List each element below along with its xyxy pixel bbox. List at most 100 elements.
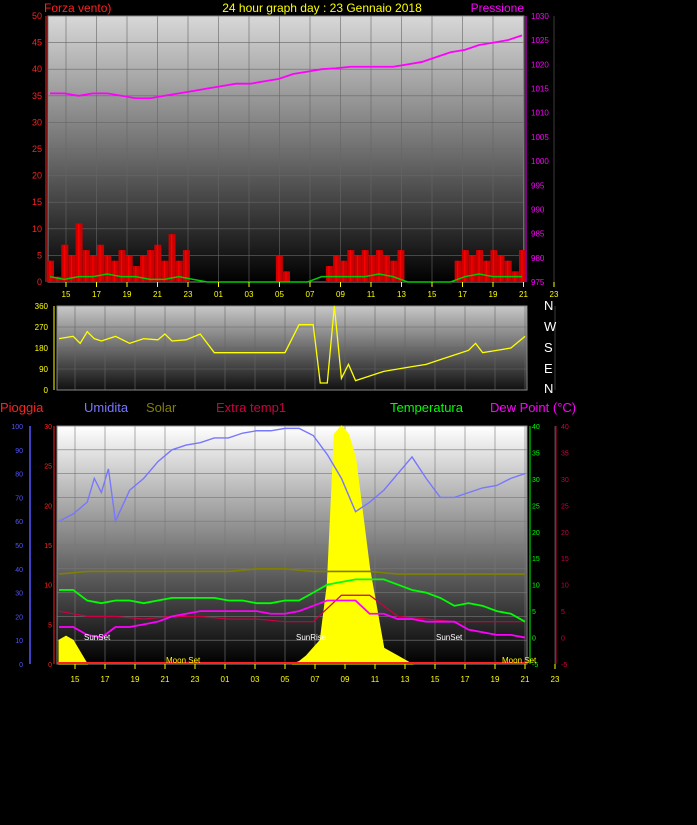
time-tick-label: 19 — [489, 290, 498, 299]
direction-tick-label: 180 — [35, 344, 49, 353]
time-tick-label: 09 — [341, 675, 350, 684]
annotation-sunset-2: SunSet — [436, 633, 463, 642]
time-tick-label: 09 — [336, 290, 345, 299]
temperature-tick-label: 15 — [532, 556, 540, 563]
pressure-tick-label: 985 — [531, 230, 545, 239]
pressure-tick-label: 1010 — [531, 109, 549, 118]
direction-tick-label: 360 — [35, 302, 49, 311]
dew-point-tick-label: 10 — [561, 583, 569, 590]
humidity-tick-label: 20 — [15, 614, 23, 621]
wind-pressure-panel: 05101520253035404550 9759809859909951000… — [32, 11, 559, 299]
pressure-tick-label: 980 — [531, 254, 545, 263]
rain-tick-label: 25 — [44, 464, 52, 471]
legend-rain: Pioggia — [0, 400, 44, 415]
wind-tick-label: 0 — [37, 277, 42, 287]
compass-e: E — [544, 361, 553, 376]
pressure-tick-label: 1025 — [531, 36, 549, 45]
time-tick-label: 21 — [519, 290, 528, 299]
direction-axis-ticks: 0 90 180 270 360 — [35, 302, 55, 395]
compass-n-top: N — [544, 298, 553, 313]
time-tick-label: 21 — [161, 675, 170, 684]
time-tick-label: 05 — [275, 290, 284, 299]
time-tick-label: 19 — [491, 675, 500, 684]
time-tick-label: 15 — [428, 290, 437, 299]
time-tick-label: 17 — [92, 290, 101, 299]
time-tick-label: 19 — [131, 675, 140, 684]
temperature-tick-label: 25 — [532, 503, 540, 510]
rain-tick-label: 30 — [44, 424, 52, 431]
pressure-axis-title: Pressione — [471, 1, 525, 15]
direction-tick-label: 0 — [44, 386, 49, 395]
dew-point-tick-label: 5 — [561, 609, 565, 616]
wind-tick-label: 5 — [37, 250, 42, 260]
time-tick-label: 15 — [431, 675, 440, 684]
wind-time-ticks: 15 17 19 21 23 01 03 05 07 09 11 13 15 17 19 21 23 — [62, 282, 559, 299]
rain-tick-label: 10 — [44, 583, 52, 590]
compass-n-bottom: N — [544, 381, 553, 396]
dew-point-tick-label: 15 — [561, 556, 569, 563]
annotation-moonset-1: Moon Set — [166, 656, 201, 665]
humidity-tick-label: 80 — [15, 472, 23, 479]
time-tick-label: 01 — [214, 290, 223, 299]
wind-tick-label: 20 — [32, 171, 42, 181]
time-tick-label: 17 — [458, 290, 467, 299]
pressure-tick-label: 1015 — [531, 85, 549, 94]
temperature-tick-label: 5 — [532, 609, 536, 616]
temperature-tick-label: 0 — [532, 636, 536, 643]
rain-tick-label: 15 — [44, 543, 52, 550]
time-tick-label: 23 — [191, 675, 200, 684]
pressure-tick-label: 1000 — [531, 157, 549, 166]
rain-tick-label: 5 — [48, 622, 52, 629]
humidity-temperature-panel: 0102030405060708090100051015202530-50510… — [11, 424, 569, 684]
legend-humidity: Umidita — [84, 400, 129, 415]
humidity-tick-label: 0 — [19, 662, 23, 669]
time-tick-label: 23 — [551, 675, 560, 684]
chart-title: 24 hour graph day : 23 Gennaio 2018 — [222, 1, 422, 15]
time-tick-label: 11 — [367, 290, 376, 299]
humidity-tick-label: 60 — [15, 519, 23, 526]
wind-tick-label: 10 — [32, 224, 42, 234]
dew-point-tick-label: 35 — [561, 450, 569, 457]
dew-point-tick-label: -5 — [561, 662, 567, 669]
annotation-sunrise: SunRise — [296, 633, 327, 642]
annotation-moonset-2: Moon Set — [502, 656, 537, 665]
time-tick-label: 03 — [245, 290, 254, 299]
temperature-tick-label: 35 — [532, 450, 540, 457]
wind-tick-label: 25 — [32, 144, 42, 154]
temperature-tick-label: 40 — [532, 424, 540, 431]
temperature-tick-label: 10 — [532, 583, 540, 590]
rain-tick-label: 0 — [48, 662, 52, 669]
humidity-tick-label: 30 — [15, 591, 23, 598]
dew-point-tick-label: 25 — [561, 503, 569, 510]
time-tick-label: 13 — [397, 290, 406, 299]
temperature-tick-label: 20 — [532, 530, 540, 537]
humidity-tick-label: 100 — [11, 424, 23, 431]
direction-tick-label: 90 — [39, 365, 48, 374]
pressure-tick-label: 1005 — [531, 133, 549, 142]
bottom-legend: Pioggia Umidita Solar Extra temp1 Temper… — [0, 400, 576, 415]
dew-point-tick-label: 40 — [561, 424, 569, 431]
wind-tick-label: 15 — [32, 197, 42, 207]
wind-tick-label: 40 — [32, 64, 42, 74]
rain-tick-label: 20 — [44, 503, 52, 510]
time-tick-label: 17 — [461, 675, 470, 684]
pressure-tick-label: 995 — [531, 181, 545, 190]
time-tick-label: 19 — [123, 290, 132, 299]
wind-axis-ticks: 0 5 10 15 20 25 30 35 40 45 50 — [32, 11, 47, 287]
pressure-tick-label: 975 — [531, 278, 545, 287]
wind-direction-panel: 0 90 180 270 360 N W S E N — [35, 298, 557, 396]
time-tick-label: 15 — [62, 290, 71, 299]
dew-point-tick-label: 30 — [561, 477, 569, 484]
time-tick-label: 21 — [521, 675, 530, 684]
time-tick-label: 03 — [251, 675, 260, 684]
time-tick-label: 07 — [311, 675, 320, 684]
pressure-tick-label: 1030 — [531, 12, 549, 21]
time-tick-label: 11 — [371, 675, 380, 684]
time-tick-label: 21 — [153, 290, 162, 299]
legend-temperature: Temperatura — [390, 400, 464, 415]
time-tick-label: 15 — [71, 675, 80, 684]
direction-tick-label: 270 — [35, 323, 49, 332]
wind-tick-label: 30 — [32, 117, 42, 127]
humidity-tick-label: 40 — [15, 567, 23, 574]
legend-solar: Solar — [146, 400, 177, 415]
